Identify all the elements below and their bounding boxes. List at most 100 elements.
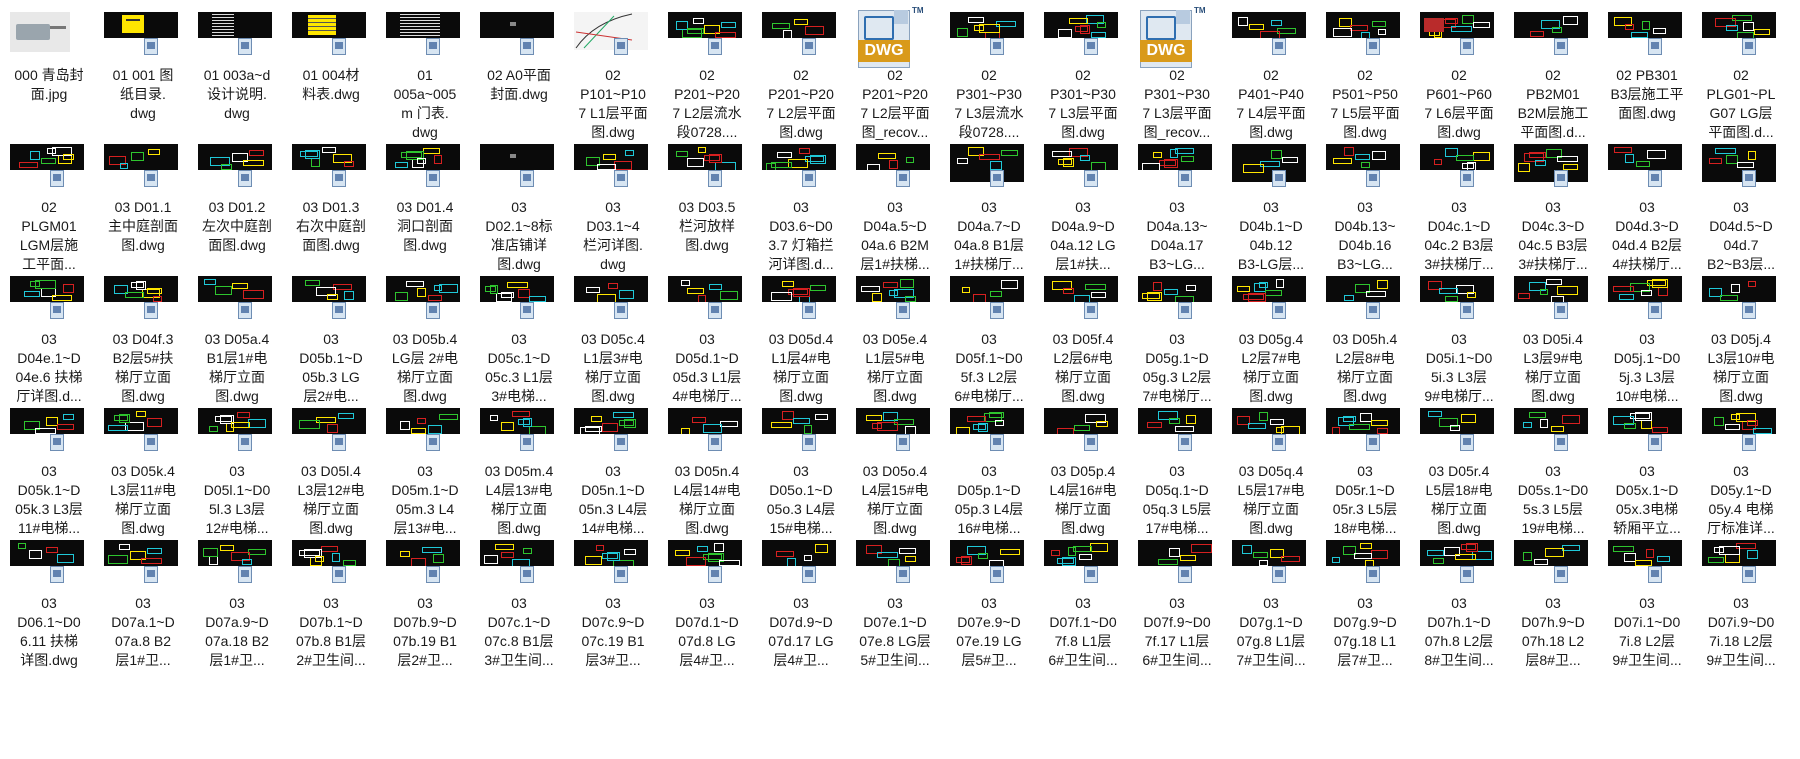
file-item[interactable]: 03 D05i.4 L3层9#电 梯厅立面 图.dwg: [1506, 268, 1600, 420]
trademark-mark: TM: [912, 6, 924, 15]
file-item[interactable]: 03 D01.3 右次中庭剖 面图.dwg: [284, 136, 378, 288]
file-item[interactable]: 03 D05d.4 L1层4#电 梯厅立面 图.dwg: [754, 268, 848, 420]
file-item[interactable]: 02 P301~P30 7 L3层平面 图.dwg: [1036, 4, 1130, 156]
file-item[interactable]: 03 D05p.1~D 05p.3 L4层 16#电梯...: [942, 400, 1036, 552]
file-item[interactable]: 02 P501~P50 7 L5层平面 图.dwg: [1318, 4, 1412, 156]
file-item[interactable]: 03 D05e.4 L1层5#电 梯厅立面 图.dwg: [848, 268, 942, 420]
file-item[interactable]: 03 D04c.1~D 04c.2 B3层 3#扶梯厅...: [1412, 136, 1506, 288]
file-item[interactable]: 03 D07i.1~D0 7i.8 L2层 9#卫生间...: [1600, 532, 1694, 684]
file-item[interactable]: 02 PLG01~PL G07 LG层 平面图.d...: [1694, 4, 1788, 156]
file-item[interactable]: 03 D05h.4 L2层8#电 梯厅立面 图.dwg: [1318, 268, 1412, 420]
file-thumbnail: [856, 276, 930, 302]
file-item[interactable]: 03 D05r.1~D 05r.3 L5层 18#电梯...: [1318, 400, 1412, 552]
file-item[interactable]: 03 D05c.1~D 05c.3 L1层 3#电梯...: [472, 268, 566, 420]
file-item[interactable]: 03 D07c.9~D 07c.19 B1 层3#卫...: [566, 532, 660, 684]
file-item[interactable]: 03 D03.1~4 栏河详图. dwg: [566, 136, 660, 288]
file-item[interactable]: 03 D07a.1~D 07a.8 B2 层1#卫...: [96, 532, 190, 684]
file-item[interactable]: 02 PB301 B3层施工平 面图.dwg: [1600, 4, 1694, 156]
file-item[interactable]: 02 P401~P40 7 L4层平面 图.dwg: [1224, 4, 1318, 156]
file-item[interactable]: 03 D03.5 栏河放样 图.dwg: [660, 136, 754, 288]
file-item[interactable]: 03 D05l.4 L3层12#电 梯厅立面 图.dwg: [284, 400, 378, 552]
file-item[interactable]: 03 D05i.1~D0 5i.3 L3层 9#电梯厅...: [1412, 268, 1506, 420]
file-item[interactable]: 03 D05c.4 L1层3#电 梯厅立面 图.dwg: [566, 268, 660, 420]
file-item[interactable]: 03 D05k.4 L3层11#电 梯厅立面 图.dwg: [96, 400, 190, 552]
file-item[interactable]: 02 P301~P30 7 L3层流水 段0728....: [942, 4, 1036, 156]
file-item[interactable]: 03 D01.1 主中庭剖面 图.dwg: [96, 136, 190, 288]
file-name-label: 03 D05e.4 L1层5#电 梯厅立面 图.dwg: [862, 331, 928, 404]
file-item[interactable]: 03 D05a.4 B1层1#电 梯厅立面 图.dwg: [190, 268, 284, 420]
file-item[interactable]: 03 D04d.5~D 04d.7 B2~B3层...: [1694, 136, 1788, 288]
file-item[interactable]: 03 D07g.9~D 07g.18 L1 层7#卫...: [1318, 532, 1412, 684]
file-item[interactable]: 03 D07f.1~D0 7f.8 L1层 6#卫生间...: [1036, 532, 1130, 684]
file-item[interactable]: 000 青岛封 面.jpg: [2, 4, 96, 156]
file-name-label: 03 D04d.5~D 04d.7 B2~B3层...: [1706, 199, 1776, 272]
file-item[interactable]: 03 D05o.4 L4层15#电 梯厅立面 图.dwg: [848, 400, 942, 552]
file-item[interactable]: 02 PB2M01 B2M层施工 平面图.d...: [1506, 4, 1600, 156]
file-item[interactable]: 03 D05r.4 L5层18#电 梯厅立面 图.dwg: [1412, 400, 1506, 552]
file-item[interactable]: 03 D05q.1~D 05q.3 L5层 17#电梯...: [1130, 400, 1224, 552]
file-item[interactable]: 03 D04a.13~ D04a.17 B3~LG...: [1130, 136, 1224, 288]
file-item[interactable]: 03 D07c.1~D 07c.8 B1层 3#卫生间...: [472, 532, 566, 684]
file-item[interactable]: 03 D04e.1~D 04e.6 扶梯 厅详图.d...: [2, 268, 96, 420]
file-item[interactable]: 03 D05y.1~D 05y.4 电梯 厅标准详...: [1694, 400, 1788, 552]
file-item[interactable]: 03 D07e.9~D 07e.19 LG 层5#卫...: [942, 532, 1036, 684]
file-item[interactable]: 03 D05m.1~D 05m.3 L4 层13#电...: [378, 400, 472, 552]
file-item[interactable]: 01 003a~d 设计说明. dwg: [190, 4, 284, 156]
file-item[interactable]: 03 D01.2 左次中庭剖 面图.dwg: [190, 136, 284, 288]
file-item[interactable]: 03 D05j.4 L3层10#电 梯厅立面 图.dwg: [1694, 268, 1788, 420]
file-item[interactable]: 03 D07a.9~D 07a.18 B2 层1#卫...: [190, 532, 284, 684]
file-item[interactable]: 03 D04f.3 B2层5#扶 梯厅立面 图.dwg: [96, 268, 190, 420]
file-item[interactable]: 02 P201~P20 7 L2层流水 段0728....: [660, 4, 754, 156]
file-item[interactable]: 03 D06.1~D0 6.11 扶梯 详图.dwg: [2, 532, 96, 684]
file-item[interactable]: 03 D05k.1~D 05k.3 L3层 11#电梯...: [2, 400, 96, 552]
file-item[interactable]: 03 D04a.5~D 04a.6 B2M 层1#扶梯...: [848, 136, 942, 288]
file-item[interactable]: 03 D05p.4 L4层16#电 梯厅立面 图.dwg: [1036, 400, 1130, 552]
file-item[interactable]: 02 A0平面 封面.dwg: [472, 4, 566, 156]
file-item[interactable]: 03 D05f.1~D0 5f.3 L2层 6#电梯厅...: [942, 268, 1036, 420]
file-item[interactable]: 03 D05s.1~D0 5s.3 L5层 19#电梯...: [1506, 400, 1600, 552]
file-item[interactable]: 03 D02.1~8标 准店铺详 图.dwg: [472, 136, 566, 288]
file-item[interactable]: 01 001 图 纸目录. dwg: [96, 4, 190, 156]
file-item[interactable]: 03 D04a.7~D 04a.8 B1层 1#扶梯厅...: [942, 136, 1036, 288]
document-shortcut-icon: [1084, 434, 1098, 451]
file-item[interactable]: 03 D01.4 洞口剖面 图.dwg: [378, 136, 472, 288]
file-item[interactable]: 03 D05l.1~D0 5l.3 L3层 12#电梯...: [190, 400, 284, 552]
file-item[interactable]: 02 P101~P10 7 L1层平面 图.dwg: [566, 4, 660, 156]
file-item[interactable]: 03 D07d.1~D 07d.8 LG 层4#卫...: [660, 532, 754, 684]
file-item[interactable]: 03 D05n.1~D 05n.3 L4层 14#电梯...: [566, 400, 660, 552]
file-item[interactable]: 03 D05b.1~D 05b.3 LG 层2#电...: [284, 268, 378, 420]
file-item[interactable]: DWG TM 02 P201~P20 7 L2层平面 图_recov...: [848, 4, 942, 156]
file-item[interactable]: 03 D05n.4 L4层14#电 梯厅立面 图.dwg: [660, 400, 754, 552]
file-item[interactable]: 01 005a~005 m 门表. dwg: [378, 4, 472, 156]
file-item[interactable]: 03 D05g.1~D 05g.3 L2层 7#电梯厅...: [1130, 268, 1224, 420]
file-item[interactable]: 03 D05j.1~D0 5j.3 L3层 10#电梯...: [1600, 268, 1694, 420]
file-item[interactable]: 03 D07b.9~D 07b.19 B1 层2#卫...: [378, 532, 472, 684]
file-item[interactable]: 03 D07g.1~D 07g.8 L1层 7#卫生间...: [1224, 532, 1318, 684]
file-item[interactable]: 03 D04c.3~D 04c.5 B3层 3#扶梯厅...: [1506, 136, 1600, 288]
file-item[interactable]: 03 D05b.4 LG层 2#电 梯厅立面 图.dwg: [378, 268, 472, 420]
file-item[interactable]: 02 PLGM01 LGM层施 工平面...: [2, 136, 96, 288]
file-item[interactable]: 03 D07h.9~D 07h.18 L2 层8#卫...: [1506, 532, 1600, 684]
file-item[interactable]: 03 D04b.1~D 04b.12 B3-LG层...: [1224, 136, 1318, 288]
file-item[interactable]: 03 D07h.1~D 07h.8 L2层 8#卫生间...: [1412, 532, 1506, 684]
file-item[interactable]: 03 D05d.1~D 05d.3 L1层 4#电梯厅...: [660, 268, 754, 420]
file-item[interactable]: 03 D07e.1~D 07e.8 LG层 5#卫生间...: [848, 532, 942, 684]
file-item[interactable]: 03 D07b.1~D 07b.8 B1层 2#卫生间...: [284, 532, 378, 684]
file-item[interactable]: 03 D05g.4 L2层7#电 梯厅立面 图.dwg: [1224, 268, 1318, 420]
file-item[interactable]: DWG TM 02 P301~P30 7 L3层平面 图_recov...: [1130, 4, 1224, 156]
file-item[interactable]: 03 D05m.4 L4层13#电 梯厅立面 图.dwg: [472, 400, 566, 552]
file-item[interactable]: 01 004材 料表.dwg: [284, 4, 378, 156]
file-item[interactable]: 03 D07d.9~D 07d.17 LG 层4#卫...: [754, 532, 848, 684]
file-item[interactable]: 03 D03.6~D0 3.7 灯箱拦 河详图.d...: [754, 136, 848, 288]
file-item[interactable]: 03 D05o.1~D 05o.3 L4层 15#电梯...: [754, 400, 848, 552]
file-item[interactable]: 03 D04d.3~D 04d.4 B2层 4#扶梯厅...: [1600, 136, 1694, 288]
file-item[interactable]: 03 D04a.9~D 04a.12 LG 层1#扶...: [1036, 136, 1130, 288]
file-item[interactable]: 02 P601~P60 7 L6层平面 图.dwg: [1412, 4, 1506, 156]
file-item[interactable]: 03 D07f.9~D0 7f.17 L1层 6#卫生间...: [1130, 532, 1224, 684]
file-item[interactable]: 02 P201~P20 7 L2层平面 图.dwg: [754, 4, 848, 156]
file-item[interactable]: 03 D04b.13~ D04b.16 B3~LG...: [1318, 136, 1412, 288]
file-item[interactable]: 03 D05q.4 L5层17#电 梯厅立面 图.dwg: [1224, 400, 1318, 552]
file-item[interactable]: 03 D05f.4 L2层6#电 梯厅立面 图.dwg: [1036, 268, 1130, 420]
file-item[interactable]: 03 D05x.1~D 05x.3电梯 轿厢平立...: [1600, 400, 1694, 552]
file-item[interactable]: 03 D07i.9~D0 7i.18 L2层 9#卫生间...: [1694, 532, 1788, 684]
